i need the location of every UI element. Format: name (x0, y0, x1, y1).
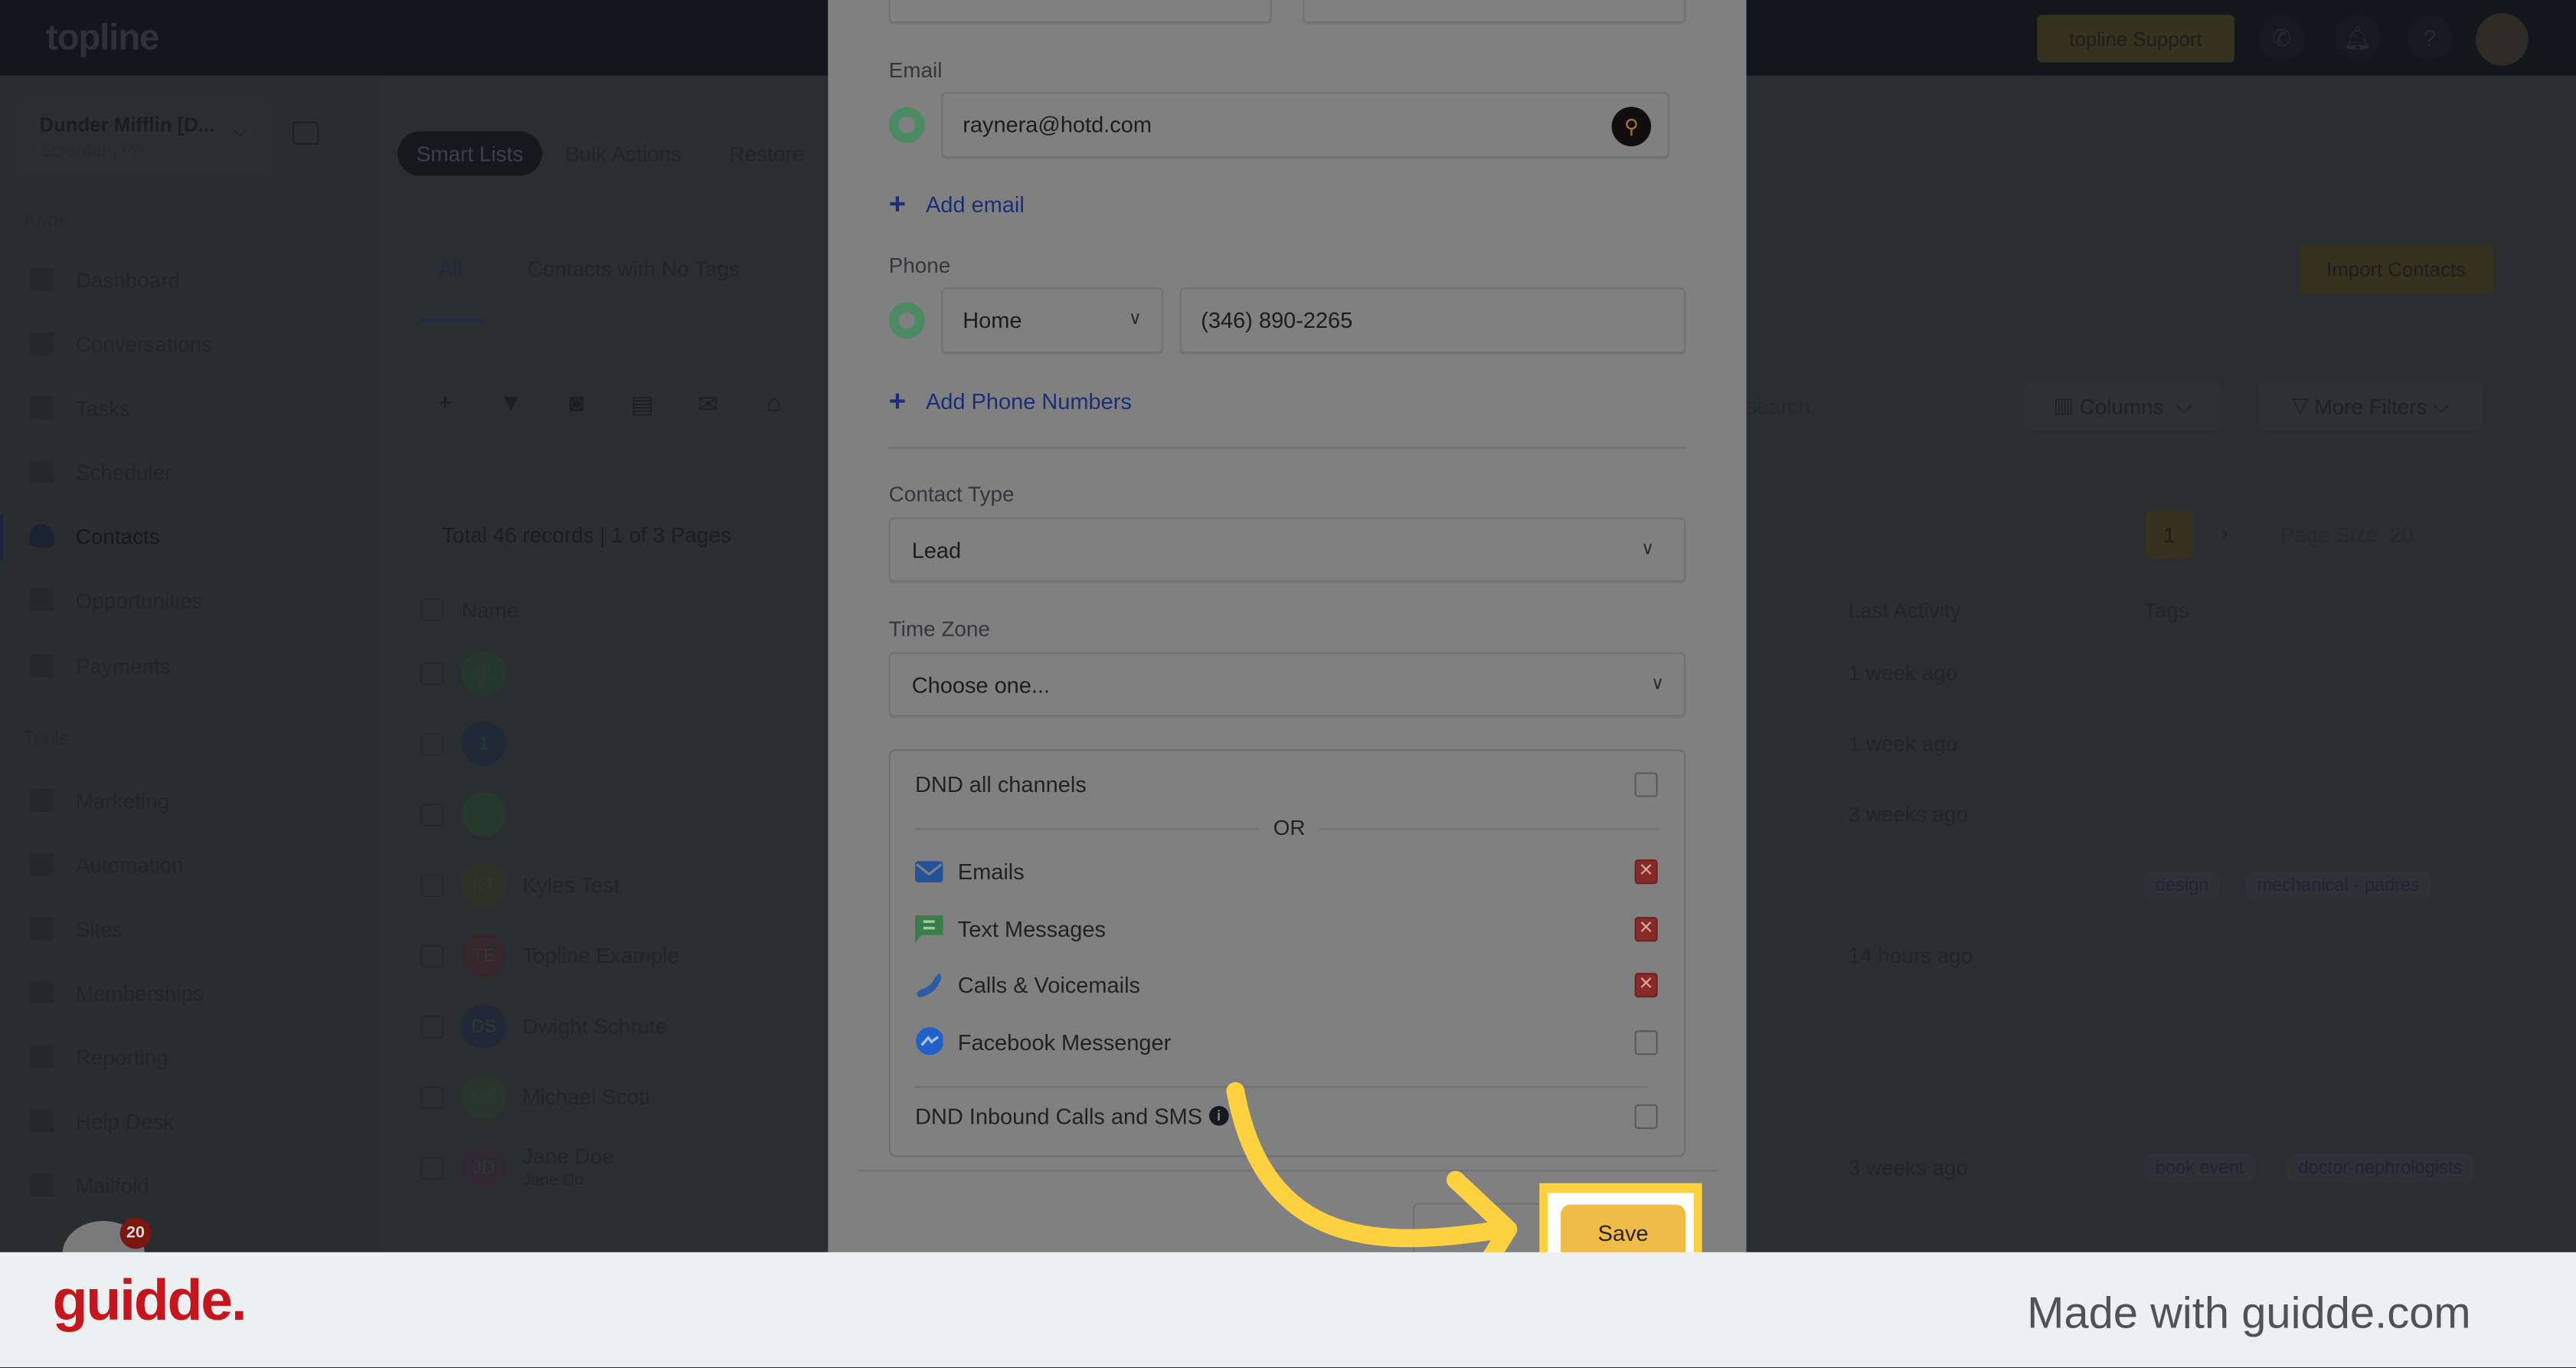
guidde-logo: guidde. (52, 1268, 247, 1333)
pointer-arrow (1226, 1082, 1518, 1307)
made-with-text: Made with guidde.com (2027, 1288, 2471, 1338)
screen: topline topline Support ✆ 🔔︎ ? Dunder Mi… (0, 0, 2576, 1367)
